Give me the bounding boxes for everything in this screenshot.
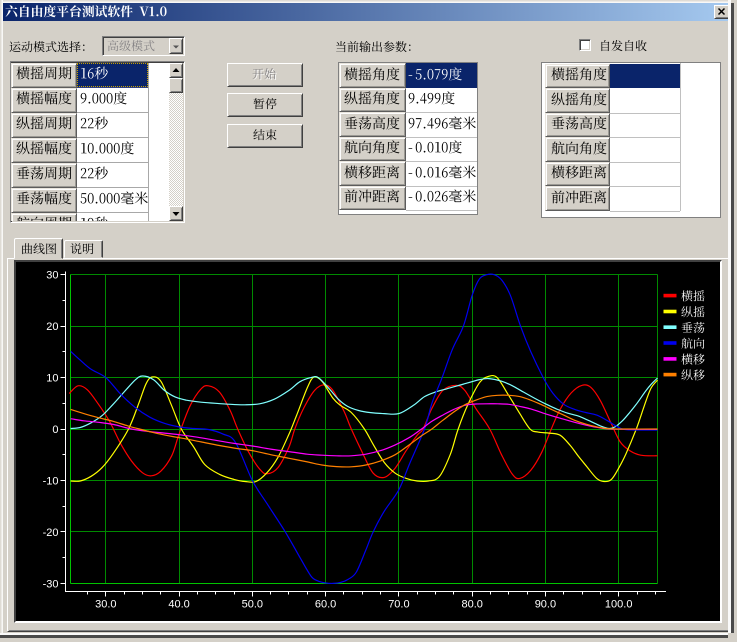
svg-text:0: 0 — [52, 424, 58, 436]
svg-text:100.0: 100.0 — [605, 599, 633, 611]
svg-text:60.0: 60.0 — [315, 599, 336, 611]
svg-text:-30: -30 — [43, 578, 59, 590]
svg-text:20: 20 — [46, 321, 58, 333]
svg-text:10: 10 — [46, 373, 58, 385]
svg-text:80.0: 80.0 — [461, 599, 482, 611]
svg-text:90.0: 90.0 — [535, 599, 556, 611]
svg-text:-10: -10 — [43, 475, 59, 487]
svg-text:30: 30 — [46, 270, 58, 282]
svg-text:-20: -20 — [43, 527, 59, 539]
svg-text:40.0: 40.0 — [168, 599, 189, 611]
svg-text:30.0: 30.0 — [95, 599, 116, 611]
svg-text:50.0: 50.0 — [242, 599, 263, 611]
svg-text:70.0: 70.0 — [388, 599, 409, 611]
